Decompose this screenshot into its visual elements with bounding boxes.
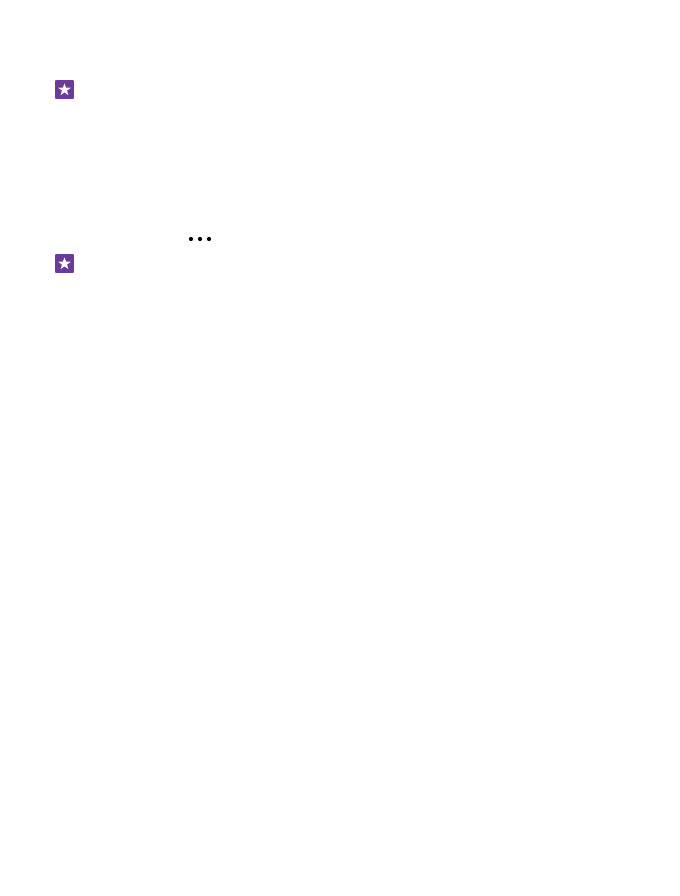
document-page — [0, 0, 680, 896]
tip-star-icon — [55, 80, 74, 99]
more-dots-icon — [186, 232, 214, 246]
tip-star-icon — [55, 254, 74, 273]
